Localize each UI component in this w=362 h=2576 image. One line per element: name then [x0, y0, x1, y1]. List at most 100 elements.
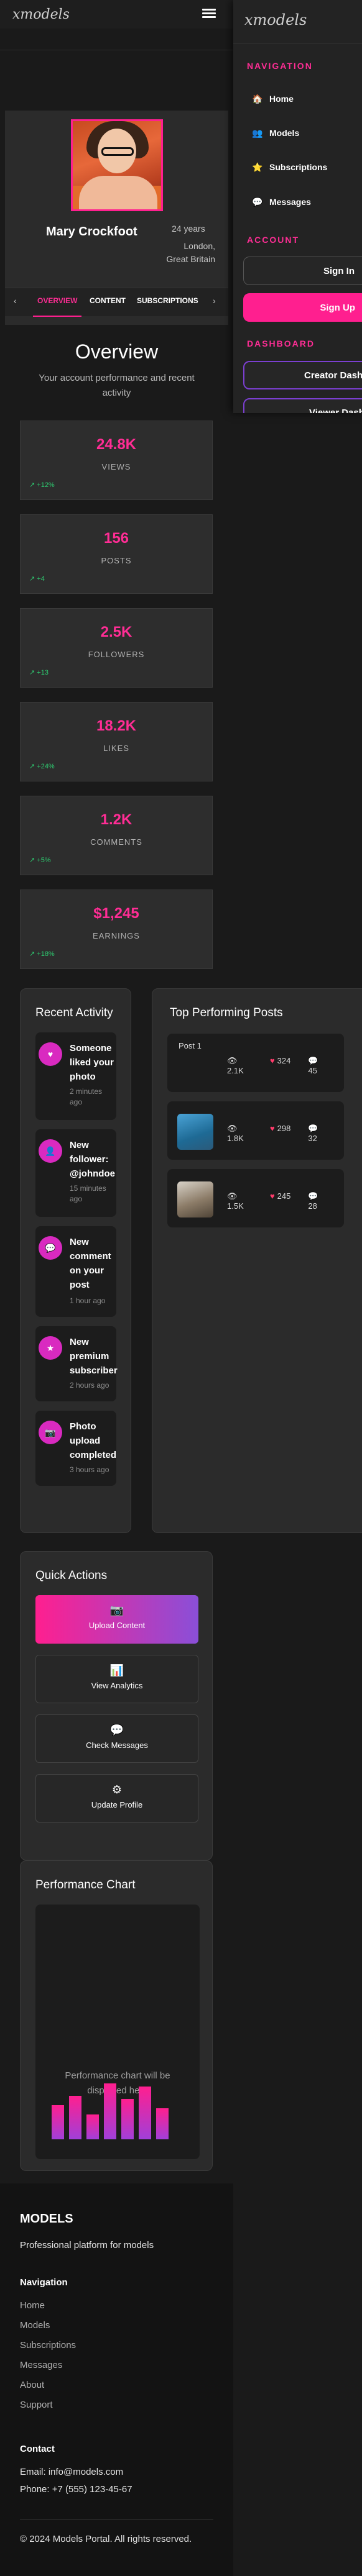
performance-panel: Performance Chart Performance chart will… [20, 1860, 213, 2171]
activity-item[interactable]: 👤 New follower: @johndoe 15 minutes ago [35, 1129, 116, 1217]
comment-icon: 💬 [308, 1191, 318, 1201]
post-comments: 28 [308, 1201, 317, 1211]
stat-card-followers: 2.5K FOLLOWERS ↗ +13 [20, 608, 213, 688]
stat-value: $1,245 [93, 905, 139, 922]
footer-link-messages[interactable]: Messages [20, 2360, 62, 2370]
nav-item-label: Models [269, 128, 300, 138]
footer-phone[interactable]: Phone: +7 (555) 123-45-67 [20, 2484, 132, 2495]
upload-content-button[interactable]: 📷 Upload Content [35, 1595, 198, 1644]
quick-actions-title: Quick Actions [35, 1569, 108, 1582]
stat-change: ↗ +12% [29, 481, 55, 489]
active-tab-indicator [33, 316, 81, 317]
footer-contact-title: Contact [20, 2444, 55, 2454]
activity-item[interactable]: 💬 New comment on your post 1 hour ago [35, 1226, 116, 1317]
activity-time: 1 hour ago [70, 1296, 106, 1305]
post-row[interactable]: Post 1 👁2.1K ♥ 324 💬45 [167, 1034, 344, 1092]
chart-bar [121, 2099, 134, 2139]
footer-email[interactable]: Email: info@models.com [20, 2467, 123, 2477]
settings-icon: ⚙ [111, 1783, 123, 1796]
logo[interactable]: xmodels [12, 7, 70, 22]
stat-label: EARNINGS [93, 931, 140, 940]
sign-in-button[interactable]: Sign In [243, 257, 362, 285]
profile-age: 24 years [172, 224, 205, 234]
nav-item-messages[interactable]: 💬 Messages [251, 193, 311, 211]
activity-item[interactable]: 📷 Photo upload completed 3 hours ago [35, 1411, 116, 1486]
activity-time: 2 hours ago [70, 1381, 109, 1390]
creator-dashboard-button[interactable]: Creator Dashboard [243, 361, 362, 389]
profile-tabs: ‹ OVERVIEW CONTENT SUBSCRIPTIONS › [5, 288, 228, 317]
heart-icon: ♥ [39, 1042, 62, 1066]
footer-link-support[interactable]: Support [20, 2400, 53, 2410]
activity-text: New follower: @johndoe [70, 1140, 115, 1179]
post-views: 2.1K [227, 1066, 244, 1075]
stat-change: ↗ +5% [29, 857, 51, 864]
stat-card-likes: 18.2K LIKES ↗ +24% [20, 702, 213, 781]
heart-icon: ♥ [269, 1124, 275, 1133]
overview-title: Overview [75, 340, 159, 363]
footer-link-subscriptions[interactable]: Subscriptions [20, 2340, 76, 2351]
sign-up-button[interactable]: Sign Up [243, 293, 362, 322]
performance-chart: Performance chart will be displayed here [35, 1905, 200, 2159]
nav-item-home[interactable]: 🏠 Home [251, 89, 294, 108]
button-label: Check Messages [86, 1741, 148, 1750]
dashboard-section-title: DASHBOARD [247, 339, 315, 348]
stat-change: ↗ +13 [29, 669, 49, 676]
stat-value: 24.8K [96, 436, 137, 453]
post-row[interactable]: 👁1.8K ♥ 298 💬32 [167, 1101, 344, 1160]
nav-item-subscriptions[interactable]: ⭐ Subscriptions [251, 158, 327, 176]
recent-activity-title: Recent Activity [35, 1006, 113, 1019]
profile-card: Mary Crockfoot 24 years London, Great Br… [5, 111, 228, 325]
footer-link-models[interactable]: Models [20, 2320, 50, 2331]
tab-content[interactable]: CONTENT [90, 296, 126, 305]
post-comments: 45 [308, 1066, 317, 1075]
analytics-icon: 📊 [109, 1664, 124, 1677]
activity-item[interactable]: ★ New premium subscriber 2 hours ago [35, 1326, 118, 1401]
menu-icon[interactable] [202, 9, 216, 19]
button-label: Update Profile [91, 1800, 143, 1809]
post-row[interactable]: 👁1.5K ♥ 245 💬28 [167, 1169, 344, 1227]
stat-label: COMMENTS [90, 837, 142, 847]
post-comments: 32 [308, 1134, 317, 1143]
star-icon: ⭐ [252, 162, 263, 172]
viewer-dashboard-button[interactable]: Viewer Dashboard [243, 398, 362, 413]
eye-icon: 👁 [227, 1191, 238, 1201]
side-menu-logo[interactable]: xmodels [244, 11, 307, 29]
stat-card-views: 24.8K VIEWS ↗ +12% [20, 421, 213, 500]
footer-link-about[interactable]: About [20, 2380, 44, 2390]
profile-name: Mary Crockfoot [46, 225, 137, 239]
profile-location: London, Great Britain [166, 241, 215, 264]
footer-copyright: © 2024 Models Portal. All rights reserve… [20, 2534, 192, 2544]
footer-divider [20, 2519, 213, 2520]
people-icon: 👥 [252, 127, 263, 138]
messages-icon: 💬 [109, 1724, 124, 1736]
footer-tagline: Professional platform for models [20, 2240, 154, 2251]
heart-icon: ♥ [269, 1191, 275, 1201]
stat-card-posts: 156 POSTS ↗ +4 [20, 514, 213, 594]
activity-item[interactable]: ♥ Someone liked your photo 2 minutes ago [35, 1032, 116, 1120]
post-stats: 👁1.5K ♥ 245 💬28 [227, 1191, 344, 1211]
chart-bar [156, 2108, 169, 2139]
activity-text: Photo upload completed [70, 1421, 117, 1460]
performance-title: Performance Chart [35, 1878, 136, 1891]
activity-time: 2 minutes ago [70, 1087, 103, 1106]
nav-item-models[interactable]: 👥 Models [251, 124, 299, 142]
stat-card-comments: 1.2K COMMENTS ↗ +5% [20, 796, 213, 875]
chevron-right-icon[interactable]: › [213, 296, 216, 306]
eye-icon: 👁 [227, 1124, 238, 1133]
button-label: View Analytics [91, 1681, 143, 1690]
activity-time: 15 minutes ago [70, 1184, 106, 1203]
chevron-left-icon[interactable]: ‹ [14, 296, 17, 306]
tab-subscriptions[interactable]: SUBSCRIPTIONS [137, 296, 198, 305]
tab-overview[interactable]: OVERVIEW [37, 296, 77, 305]
view-analytics-button[interactable]: 📊 View Analytics [35, 1655, 198, 1703]
recent-activity-panel: Recent Activity ♥ Someone liked your pho… [20, 988, 131, 1533]
side-menu: xmodels NAVIGATION 🏠 Home 👥 Models ⭐ Subscr… [233, 0, 362, 413]
footer-link-home[interactable]: Home [20, 2300, 45, 2311]
update-profile-button[interactable]: ⚙ Update Profile [35, 1774, 198, 1823]
check-messages-button[interactable]: 💬 Check Messages [35, 1714, 198, 1763]
activity-text: Someone liked your photo [70, 1043, 114, 1082]
comment-icon: 💬 [39, 1236, 62, 1260]
post-views: 1.8K [227, 1134, 244, 1143]
post-likes: 324 [277, 1056, 291, 1065]
avatar [71, 119, 163, 211]
